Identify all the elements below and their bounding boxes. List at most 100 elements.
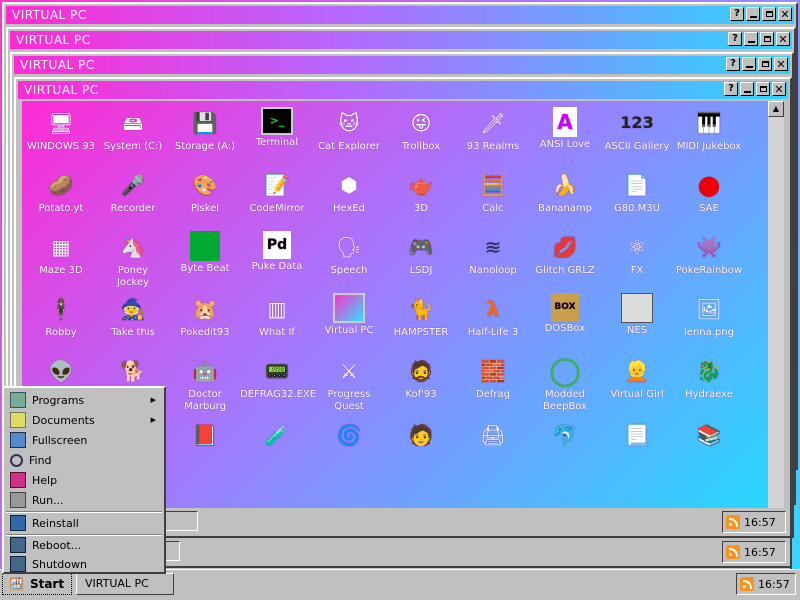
desktop-icon-glitch-grlz[interactable]: 💋 Glitch GRLZ [528, 231, 602, 277]
desktop-icon-terminal[interactable]: >_ Terminal [240, 107, 314, 149]
maximize-button[interactable] [760, 32, 774, 46]
minimize-button[interactable] [742, 57, 756, 71]
menu-item-find[interactable]: Find [6, 450, 162, 470]
minimize-button[interactable] [740, 82, 754, 96]
desktop-icon-sae[interactable]: ⬤ SAE [672, 169, 746, 215]
desktop-icon-ascii-gallery[interactable]: 123 ASCII Gallery [600, 107, 674, 153]
desktop-icon-byte-beat[interactable]: Byte Beat [168, 231, 242, 275]
desktop-icon-lsdj[interactable]: 🎮 LSDJ [384, 231, 458, 277]
window-titlebar[interactable]: VIRTUAL PC ? ✕ [14, 56, 790, 74]
window-titlebar[interactable]: VIRTUAL PC ? ✕ [18, 81, 788, 99]
desktop-icon-trollbox[interactable]: 😜 Trollbox [384, 107, 458, 153]
desktop-icon-g80[interactable]: 📄 G80.M3U [600, 169, 674, 215]
scroll-up-arrow[interactable]: ▲ [768, 101, 784, 117]
desktop-icon-maze3d[interactable]: ▦ Maze 3D [24, 231, 98, 277]
desktop-icon-take-this[interactable]: 🧙 Take this [96, 293, 170, 339]
desktop-icon-recorder[interactable]: 🎤 Recorder [96, 169, 170, 215]
maximize-button[interactable] [762, 7, 776, 21]
desktop-icon-fx[interactable]: ⚛ FX [600, 231, 674, 277]
desktop-icon-defrag[interactable]: 🧱 Defrag [456, 355, 530, 401]
desktop-icon-storage-a[interactable]: 💾 Storage (A:) [168, 107, 242, 153]
desktop-icon-nanoloop[interactable]: ≋ Nanoloop [456, 231, 530, 277]
help-button[interactable]: ? [726, 57, 740, 71]
menu-item-run[interactable]: Run... [6, 490, 162, 510]
help-button[interactable]: ? [728, 32, 742, 46]
pokemon-trainers-icon: 👾 [696, 235, 722, 259]
menu-item-shutdown[interactable]: Shutdown [6, 554, 162, 574]
menu-item-reinstall[interactable]: Reinstall [6, 513, 162, 533]
desktop-icon-partial[interactable]: 📃 [600, 419, 674, 453]
maximize-button[interactable] [756, 82, 770, 96]
rss-icon[interactable] [740, 577, 754, 591]
rss-icon[interactable] [726, 545, 740, 559]
desktop-icon-yoda[interactable]: 👽 [24, 355, 98, 389]
desktop-icon-partial[interactable]: 🧪 [240, 419, 314, 453]
window-titlebar[interactable]: VIRTUAL PC ? ✕ [10, 31, 792, 49]
help-button[interactable]: ? [730, 7, 744, 21]
minimize-button[interactable] [744, 32, 758, 46]
atom-icon: ⚛ [628, 235, 646, 259]
menu-item-help[interactable]: Help [6, 470, 162, 490]
desktop-icon-pokerainbow[interactable]: 👾 PokeRainbow [672, 231, 746, 277]
desktop-icon-partial[interactable]: 🌀 [312, 419, 386, 453]
desktop-icon-dosbox[interactable]: BOX DOSBox [528, 293, 602, 335]
desktop-icon-partial[interactable]: 🖨 [456, 419, 530, 453]
desktop-icon-piskel[interactable]: 🎨 Piskel [168, 169, 242, 215]
menu-item-fullscreen[interactable]: Fullscreen [6, 430, 162, 450]
close-icon: ✕ [776, 57, 786, 71]
desktop-icon-partial[interactable]: 📚 [672, 419, 746, 453]
icon-label: FX [630, 265, 644, 276]
desktop-icon-midi-jukebox[interactable]: 🎹 MIDI Jukebox [672, 107, 746, 153]
close-button[interactable]: ✕ [776, 32, 790, 46]
desktop-icon-system-c[interactable]: 🖴 System (C:) [96, 107, 170, 153]
desktop-icon-partial[interactable]: 🧑 [384, 419, 458, 453]
desktop-icon-virtual-pc[interactable]: Virtual PC [312, 293, 386, 337]
desktop-icon-partial[interactable]: 🐬 [528, 419, 602, 453]
desktop-icon-doctor-marburg[interactable]: 🤖 Doctor Marburg [168, 355, 242, 413]
desktop-icon-half-life-3[interactable]: λ Half-Life 3 [456, 293, 530, 339]
desktop-icon-windows93[interactable]: 🖥 WINDOWS 93 [24, 107, 98, 153]
menu-item-documents[interactable]: Documents ▶ [6, 410, 162, 430]
desktop-icon-hexed[interactable]: ⬢ HexEd [312, 169, 386, 215]
desktop-icon-nes[interactable]: NES [600, 293, 674, 337]
desktop-icon-defrag32[interactable]: 📟 DEFRAG32.EXE [240, 355, 316, 401]
desktop-icon-robby[interactable]: 🕴 Robby [24, 293, 98, 339]
vertical-scrollbar[interactable]: ▲ [768, 101, 784, 515]
desktop-icon-lenna[interactable]: 🖼 lenna.png [672, 293, 746, 339]
rss-icon[interactable] [726, 515, 740, 529]
desktop-icon-corgi[interactable]: 🐕 [96, 355, 170, 389]
desktop-icon-virtual-girl[interactable]: 👱 Virtual Girl [600, 355, 674, 401]
desktop-icon-cat-explorer[interactable]: 🐱 Cat Explorer [312, 107, 386, 153]
desktop-icon-3d[interactable]: 🫖 3D [384, 169, 458, 215]
desktop-icon-codemirror[interactable]: 📝 CodeMirror [240, 169, 314, 215]
menu-item-programs[interactable]: Programs ▶ [6, 390, 162, 410]
window-titlebar[interactable]: VIRTUAL PC ? ✕ [6, 6, 794, 24]
dosbox-icon: BOX [551, 293, 579, 321]
desktop-icon-modded-beepbox[interactable]: ◯ Modded BeepBox [528, 355, 602, 413]
minimize-button[interactable] [746, 7, 760, 21]
desktop-icon-pokedit93[interactable]: 🐹 Pokedit93 [168, 293, 242, 339]
desktop-icon-bananamp[interactable]: 🍌 Bananamp [528, 169, 602, 215]
desktop-icon-potato[interactable]: 🥔 Potato.yt [24, 169, 98, 215]
help-button[interactable]: ? [724, 82, 738, 96]
maximize-button[interactable] [758, 57, 772, 71]
desktop-icon-93-realms[interactable]: 🗡 93 Realms [456, 107, 530, 153]
close-button[interactable]: ✕ [774, 57, 788, 71]
icon-label: ASCII Gallery [604, 141, 670, 152]
crossed-swords-icon: ⚔ [340, 359, 358, 383]
desktop-icon-progress-quest[interactable]: ⚔ Progress Quest [312, 355, 386, 413]
desktop-icon-what-if[interactable]: ▥ What If [240, 293, 314, 339]
desktop-icon-hampster[interactable]: 🐈 HAMPSTER [384, 293, 458, 339]
close-button[interactable]: ✕ [778, 7, 792, 21]
desktop-icon-puke-data[interactable]: Pd Puke Data [240, 231, 314, 273]
desktop-icon-kof93[interactable]: 🧔 Kof'93 [384, 355, 458, 401]
desktop-icon-calc[interactable]: 🧮 Calc [456, 169, 530, 215]
desktop-icon-poney-jockey[interactable]: 🦄 Poney Jockey [96, 231, 170, 289]
close-button[interactable]: ✕ [772, 82, 786, 96]
desktop-icon-speech[interactable]: 🗣 Speech [312, 231, 386, 277]
desktop-icon-ansi-love[interactable]: A ANSI Love [528, 107, 602, 151]
taskbar-task-virtual-pc[interactable]: VIRTUAL PC [76, 573, 174, 595]
desktop-icon-hydraexe[interactable]: 🐉 Hydraexe [672, 355, 746, 401]
menu-item-reboot[interactable]: Reboot... [6, 535, 162, 555]
desktop-icon-partial[interactable]: 📕 [168, 419, 242, 453]
